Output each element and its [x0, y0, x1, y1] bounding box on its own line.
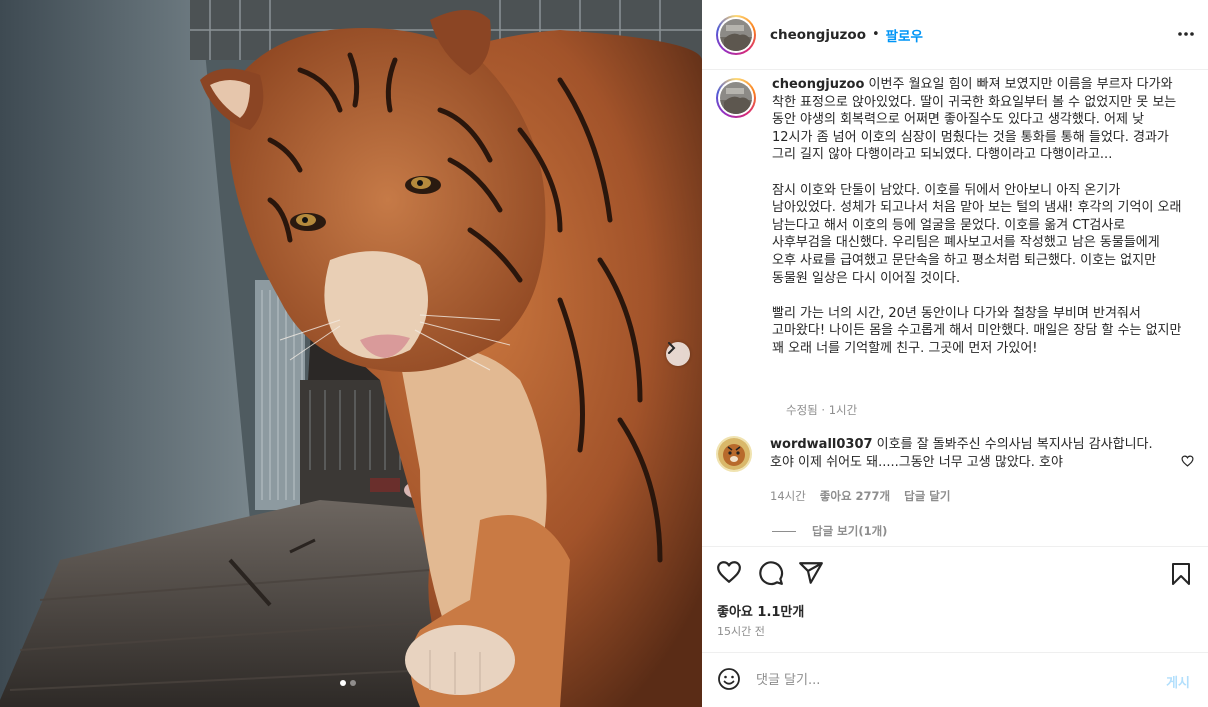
- reply-button[interactable]: 답글 달기: [904, 488, 950, 504]
- replies-divider: [772, 530, 796, 532]
- comment-likes-count[interactable]: 좋아요 277개: [820, 488, 890, 504]
- caption-username[interactable]: cheongjuzoo: [772, 77, 864, 92]
- share-button[interactable]: [798, 560, 824, 590]
- carousel-next-button[interactable]: [666, 342, 690, 366]
- comment-time: 14시간: [770, 489, 806, 503]
- bookmark-icon: [1172, 563, 1190, 585]
- comment-text: wordwall0307 이호를 잘 돌봐주신 수의사님 복지사님 감사합니다.…: [770, 436, 1170, 472]
- more-horizontal-icon: [1178, 32, 1194, 36]
- follow-button[interactable]: 팔로우: [886, 25, 923, 45]
- commenter-username[interactable]: wordwall0307: [770, 437, 873, 452]
- post-photo[interactable]: [0, 0, 702, 707]
- comment-like-button[interactable]: [1181, 452, 1194, 471]
- post-header: cheongjuzoo • 팔로우: [702, 0, 1208, 70]
- likes-count[interactable]: 좋아요 1.1만개: [717, 601, 804, 620]
- post-comment-button[interactable]: 게시: [1166, 672, 1190, 691]
- comment-input[interactable]: [756, 669, 1136, 691]
- caption-meta: 수정됨 · 1시간: [786, 403, 858, 417]
- caption-text: cheongjuzoo 이번주 월요일 힘이 빠져 보였지만 이름을 부르자 다…: [772, 76, 1182, 358]
- post-caption: cheongjuzoo 이번주 월요일 힘이 빠져 보였지만 이름을 부르자 다…: [716, 76, 1196, 358]
- comment-bubble-icon: [759, 561, 784, 586]
- view-replies-button[interactable]: 답글 보기(1개): [772, 523, 887, 539]
- emoji-button[interactable]: [717, 667, 741, 695]
- caption-body: 이번주 월요일 힘이 빠져 보였지만 이름을 부르자 다가와 착한 표정으로 앉…: [772, 77, 1182, 356]
- heart-icon: [717, 561, 741, 583]
- comment-actions: 14시간 좋아요 277개 답글 달기: [770, 488, 950, 504]
- post-time: 15시간 전: [717, 625, 765, 638]
- carousel-dot: [350, 680, 356, 686]
- comment-item: wordwall0307 이호를 잘 돌봐주신 수의사님 복지사님 감사합니다.…: [716, 436, 1196, 472]
- author-avatar[interactable]: [716, 14, 756, 55]
- view-replies-label: 답글 보기(1개): [812, 524, 888, 538]
- avatar-image: [718, 438, 750, 470]
- paper-plane-icon: [799, 562, 823, 584]
- chevron-right-icon: [668, 342, 676, 354]
- avatar-image: [720, 82, 752, 114]
- tiger-photo-image: [0, 0, 702, 707]
- heart-outline-icon: [1181, 455, 1194, 467]
- save-button[interactable]: [1169, 561, 1193, 591]
- author-username[interactable]: cheongjuzoo: [770, 27, 866, 43]
- avatar-image: [720, 18, 752, 51]
- post-details-panel: cheongjuzoo • 팔로우 cheongjuzoo 이번주 월요일 힘이…: [702, 0, 1208, 707]
- separator-dot: •: [871, 27, 880, 42]
- comment-button[interactable]: [758, 560, 784, 590]
- comment-composer: 게시: [702, 652, 1208, 707]
- like-button[interactable]: [716, 560, 742, 588]
- more-options-button[interactable]: [1176, 24, 1196, 48]
- carousel-dot-active: [340, 680, 346, 686]
- caption-avatar[interactable]: [716, 78, 756, 118]
- carousel-indicator: [340, 680, 356, 686]
- commenter-avatar[interactable]: [716, 436, 752, 472]
- emoji-smile-icon: [718, 668, 740, 690]
